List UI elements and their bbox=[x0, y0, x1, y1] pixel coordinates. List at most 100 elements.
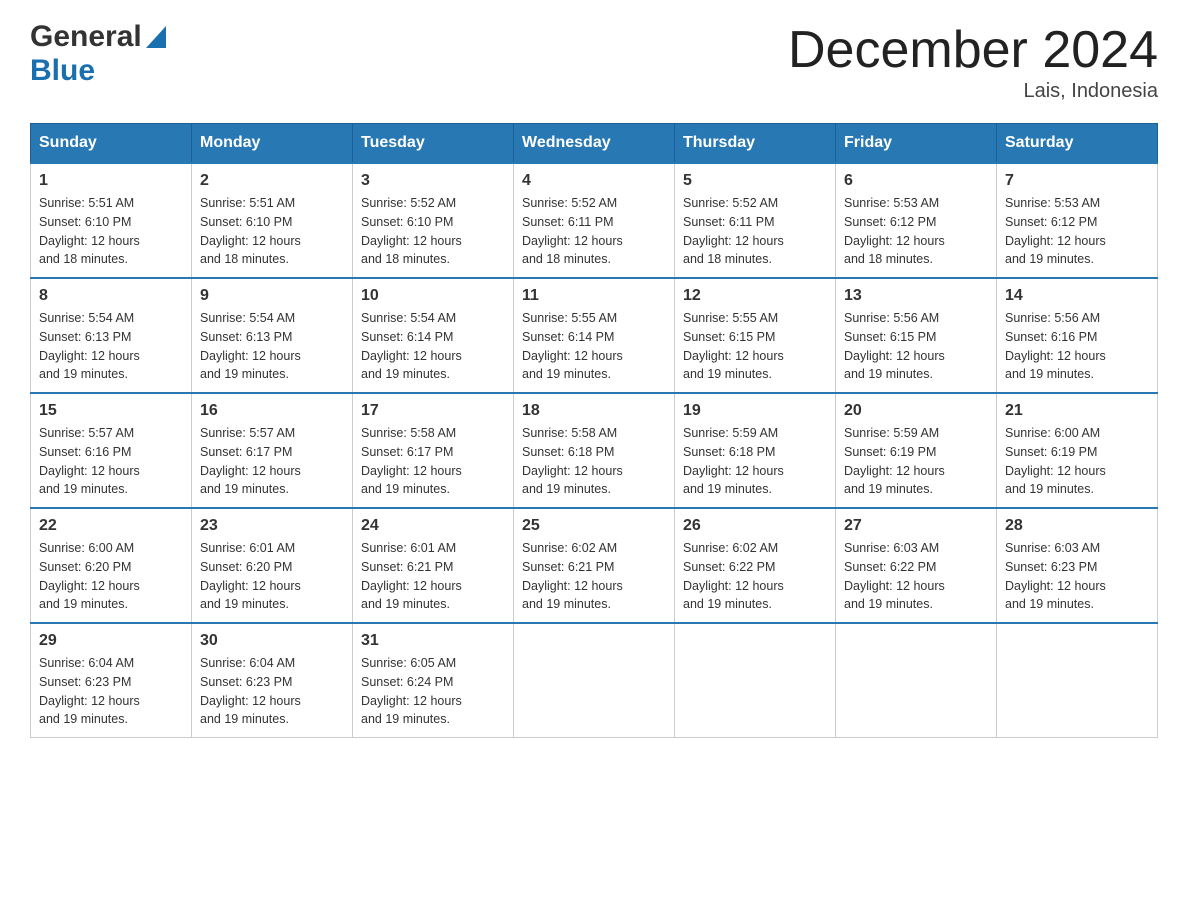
day-number: 31 bbox=[361, 632, 505, 650]
table-row: 15 Sunrise: 5:57 AMSunset: 6:16 PMDayligh… bbox=[31, 393, 192, 508]
title-area: December 2024 Lais, Indonesia bbox=[788, 20, 1158, 103]
day-info: Sunrise: 5:59 AMSunset: 6:18 PMDaylight:… bbox=[683, 424, 827, 499]
day-info: Sunrise: 6:05 AMSunset: 6:24 PMDaylight:… bbox=[361, 654, 505, 729]
day-number: 20 bbox=[844, 402, 988, 420]
table-row bbox=[836, 623, 997, 738]
table-row: 17 Sunrise: 5:58 AMSunset: 6:17 PMDayligh… bbox=[353, 393, 514, 508]
day-info: Sunrise: 6:00 AMSunset: 6:20 PMDaylight:… bbox=[39, 539, 183, 614]
table-row: 8Sunrise: 5:54 AMSunset: 6:13 PMDaylight… bbox=[31, 278, 192, 393]
day-info: Sunrise: 5:52 AMSunset: 6:10 PMDaylight:… bbox=[361, 194, 505, 269]
day-info: Sunrise: 6:03 AMSunset: 6:22 PMDaylight:… bbox=[844, 539, 988, 614]
table-row: 2 Sunrise: 5:51 AMSunset: 6:10 PMDaylight… bbox=[192, 163, 353, 278]
day-info: Sunrise: 6:01 AMSunset: 6:21 PMDaylight:… bbox=[361, 539, 505, 614]
table-row: 29 Sunrise: 6:04 AMSunset: 6:23 PMDayligh… bbox=[31, 623, 192, 738]
day-number: 22 bbox=[39, 517, 183, 535]
day-number: 18 bbox=[522, 402, 666, 420]
day-info: Sunrise: 6:04 AMSunset: 6:23 PMDaylight:… bbox=[200, 654, 344, 729]
day-info: Sunrise: 5:57 AMSunset: 6:17 PMDaylight:… bbox=[200, 424, 344, 499]
day-info: Sunrise: 6:02 AMSunset: 6:21 PMDaylight:… bbox=[522, 539, 666, 614]
table-row: 20 Sunrise: 5:59 AMSunset: 6:19 PMDayligh… bbox=[836, 393, 997, 508]
day-number: 19 bbox=[683, 402, 827, 420]
day-info: Sunrise: 5:52 AMSunset: 6:11 PMDaylight:… bbox=[522, 194, 666, 269]
table-row bbox=[514, 623, 675, 738]
table-row: 22 Sunrise: 6:00 AMSunset: 6:20 PMDayligh… bbox=[31, 508, 192, 623]
day-number: 3 bbox=[361, 172, 505, 190]
table-row: 24 Sunrise: 6:01 AMSunset: 6:21 PMDayligh… bbox=[353, 508, 514, 623]
table-row: 16 Sunrise: 5:57 AMSunset: 6:17 PMDayligh… bbox=[192, 393, 353, 508]
table-row: 31 Sunrise: 6:05 AMSunset: 6:24 PMDayligh… bbox=[353, 623, 514, 738]
table-row: 9 Sunrise: 5:54 AMSunset: 6:13 PMDaylight… bbox=[192, 278, 353, 393]
header-thursday: Thursday bbox=[675, 124, 836, 164]
logo-general-text: General bbox=[30, 20, 142, 54]
day-info: Sunrise: 5:58 AMSunset: 6:17 PMDaylight:… bbox=[361, 424, 505, 499]
day-number: 14 bbox=[1005, 287, 1149, 305]
header-friday: Friday bbox=[836, 124, 997, 164]
day-info: Sunrise: 5:56 AMSunset: 6:15 PMDaylight:… bbox=[844, 309, 988, 384]
day-number: 5 bbox=[683, 172, 827, 190]
day-number: 9 bbox=[200, 287, 344, 305]
page-header: General Blue December 2024 Lais, Indones… bbox=[30, 20, 1158, 103]
day-number: 21 bbox=[1005, 402, 1149, 420]
table-row: 3 Sunrise: 5:52 AMSunset: 6:10 PMDaylight… bbox=[353, 163, 514, 278]
day-number: 4 bbox=[522, 172, 666, 190]
day-info: Sunrise: 5:51 AMSunset: 6:10 PMDaylight:… bbox=[39, 194, 183, 269]
day-number: 29 bbox=[39, 632, 183, 650]
table-row: 6Sunrise: 5:53 AMSunset: 6:12 PMDaylight… bbox=[836, 163, 997, 278]
table-row: 25 Sunrise: 6:02 AMSunset: 6:21 PMDayligh… bbox=[514, 508, 675, 623]
day-number: 16 bbox=[200, 402, 344, 420]
day-info: Sunrise: 5:54 AMSunset: 6:13 PMDaylight:… bbox=[200, 309, 344, 384]
day-info: Sunrise: 6:04 AMSunset: 6:23 PMDaylight:… bbox=[39, 654, 183, 729]
day-number: 24 bbox=[361, 517, 505, 535]
day-number: 15 bbox=[39, 402, 183, 420]
table-row: 14 Sunrise: 5:56 AMSunset: 6:16 PMDayligh… bbox=[997, 278, 1158, 393]
day-number: 23 bbox=[200, 517, 344, 535]
day-number: 7 bbox=[1005, 172, 1149, 190]
day-number: 26 bbox=[683, 517, 827, 535]
day-number: 11 bbox=[522, 287, 666, 305]
day-number: 10 bbox=[361, 287, 505, 305]
table-row: 26 Sunrise: 6:02 AMSunset: 6:22 PMDayligh… bbox=[675, 508, 836, 623]
day-info: Sunrise: 6:00 AMSunset: 6:19 PMDaylight:… bbox=[1005, 424, 1149, 499]
day-number: 2 bbox=[200, 172, 344, 190]
calendar-week-row: 22 Sunrise: 6:00 AMSunset: 6:20 PMDayligh… bbox=[31, 508, 1158, 623]
calendar-week-row: 1Sunrise: 5:51 AMSunset: 6:10 PMDaylight… bbox=[31, 163, 1158, 278]
day-info: Sunrise: 5:56 AMSunset: 6:16 PMDaylight:… bbox=[1005, 309, 1149, 384]
table-row: 27 Sunrise: 6:03 AMSunset: 6:22 PMDayligh… bbox=[836, 508, 997, 623]
table-row: 30 Sunrise: 6:04 AMSunset: 6:23 PMDayligh… bbox=[192, 623, 353, 738]
calendar-table: Sunday Monday Tuesday Wednesday Thursday… bbox=[30, 123, 1158, 738]
header-saturday: Saturday bbox=[997, 124, 1158, 164]
table-row: 10 Sunrise: 5:54 AMSunset: 6:14 PMDayligh… bbox=[353, 278, 514, 393]
month-title: December 2024 bbox=[788, 20, 1158, 80]
day-info: Sunrise: 6:02 AMSunset: 6:22 PMDaylight:… bbox=[683, 539, 827, 614]
day-number: 27 bbox=[844, 517, 988, 535]
table-row: 5Sunrise: 5:52 AMSunset: 6:11 PMDaylight… bbox=[675, 163, 836, 278]
day-info: Sunrise: 5:54 AMSunset: 6:14 PMDaylight:… bbox=[361, 309, 505, 384]
header-wednesday: Wednesday bbox=[514, 124, 675, 164]
table-row: 1Sunrise: 5:51 AMSunset: 6:10 PMDaylight… bbox=[31, 163, 192, 278]
day-number: 30 bbox=[200, 632, 344, 650]
table-row: 23Sunrise: 6:01 AMSunset: 6:20 PMDayligh… bbox=[192, 508, 353, 623]
table-row: 7Sunrise: 5:53 AMSunset: 6:12 PMDaylight… bbox=[997, 163, 1158, 278]
logo: General Blue bbox=[30, 20, 166, 88]
header-monday: Monday bbox=[192, 124, 353, 164]
table-row: 4 Sunrise: 5:52 AMSunset: 6:11 PMDaylight… bbox=[514, 163, 675, 278]
table-row: 13 Sunrise: 5:56 AMSunset: 6:15 PMDayligh… bbox=[836, 278, 997, 393]
day-info: Sunrise: 5:57 AMSunset: 6:16 PMDaylight:… bbox=[39, 424, 183, 499]
table-row: 28Sunrise: 6:03 AMSunset: 6:23 PMDayligh… bbox=[997, 508, 1158, 623]
calendar-header-row: Sunday Monday Tuesday Wednesday Thursday… bbox=[31, 124, 1158, 164]
calendar-week-row: 29 Sunrise: 6:04 AMSunset: 6:23 PMDayligh… bbox=[31, 623, 1158, 738]
day-number: 25 bbox=[522, 517, 666, 535]
table-row: 21 Sunrise: 6:00 AMSunset: 6:19 PMDayligh… bbox=[997, 393, 1158, 508]
day-number: 8 bbox=[39, 287, 183, 305]
table-row: 19 Sunrise: 5:59 AMSunset: 6:18 PMDayligh… bbox=[675, 393, 836, 508]
day-info: Sunrise: 5:58 AMSunset: 6:18 PMDaylight:… bbox=[522, 424, 666, 499]
day-info: Sunrise: 5:55 AMSunset: 6:14 PMDaylight:… bbox=[522, 309, 666, 384]
day-number: 17 bbox=[361, 402, 505, 420]
day-number: 6 bbox=[844, 172, 988, 190]
day-info: Sunrise: 5:59 AMSunset: 6:19 PMDaylight:… bbox=[844, 424, 988, 499]
day-info: Sunrise: 5:51 AMSunset: 6:10 PMDaylight:… bbox=[200, 194, 344, 269]
day-number: 13 bbox=[844, 287, 988, 305]
location: Lais, Indonesia bbox=[788, 80, 1158, 103]
table-row: 12Sunrise: 5:55 AMSunset: 6:15 PMDayligh… bbox=[675, 278, 836, 393]
logo-blue-text: Blue bbox=[30, 54, 95, 87]
